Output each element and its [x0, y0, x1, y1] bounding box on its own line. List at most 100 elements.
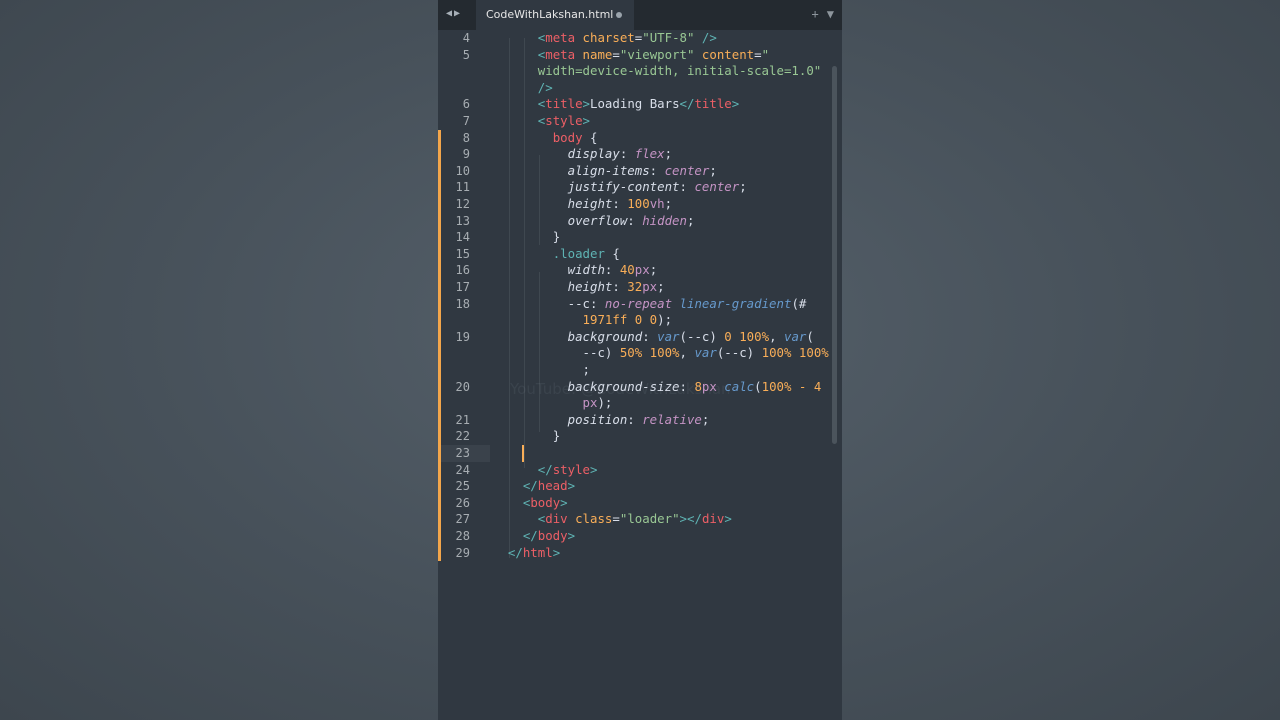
code-line[interactable]: 13 overflow: hidden; — [438, 213, 830, 230]
code-token: background-size — [567, 378, 680, 394]
code-token: ; — [709, 162, 717, 178]
code-line[interactable]: 27 <div class="loader"></div> — [438, 511, 830, 528]
code-line[interactable]: 20 background-size: 8px calc(100% - 4 — [438, 379, 830, 396]
code-token: </ — [679, 96, 695, 112]
code-line[interactable]: 11 justify-content: center; — [438, 179, 830, 196]
code-line[interactable]: 8 body { — [438, 130, 830, 147]
code-line[interactable]: 26 <body> — [438, 495, 830, 512]
code-token: 0 100% — [724, 328, 770, 344]
code-line[interactable]: 22 } — [438, 428, 830, 445]
code-text: </style> — [493, 461, 598, 479]
code-line[interactable]: 25 </head> — [438, 478, 830, 495]
code-line[interactable]: 28 </body> — [438, 528, 830, 545]
code-line[interactable]: 1971ff 0 0); — [438, 312, 830, 329]
code-token: hidden — [642, 212, 687, 228]
code-text: height: 32px; — [493, 279, 665, 296]
code-token: > — [724, 511, 732, 527]
chevron-down-icon[interactable]: ▼ — [827, 7, 834, 21]
code-token: display — [567, 146, 620, 162]
code-text: .loader { — [493, 246, 620, 263]
line-number: 29 — [455, 545, 470, 560]
code-token: style — [552, 461, 590, 477]
line-number: 25 — [455, 479, 470, 494]
code-line[interactable]: 16 width: 40px; — [438, 262, 830, 279]
line-number: 10 — [455, 163, 470, 178]
code-token: : — [612, 196, 628, 211]
code-token: </ — [537, 461, 553, 477]
code-token: background — [567, 328, 643, 344]
code-token: : — [627, 212, 643, 228]
line-number: 19 — [455, 329, 470, 344]
code-token: meta — [545, 46, 576, 62]
tab-codewithlakshan-html[interactable]: CodeWithLakshan.html — [476, 0, 634, 30]
vertical-scrollbar[interactable] — [832, 66, 837, 444]
code-text: ; — [493, 362, 590, 379]
code-token: body — [530, 494, 561, 510]
code-line[interactable]: 19 background: var(--c) 0 100%, var( — [438, 329, 830, 346]
code-line[interactable]: width=device-width, initial-scale=1.0" — [438, 63, 830, 80]
code-token: (# — [791, 295, 807, 311]
code-token: relative — [642, 411, 702, 427]
code-token: meta — [545, 30, 576, 45]
code-text: --c: no-repeat linear-gradient(# — [493, 295, 807, 313]
code-token: : — [619, 146, 635, 162]
code-area[interactable]: YouTube: @CodeWithLakshan 4 <meta charse… — [438, 30, 830, 720]
plus-icon[interactable]: + — [812, 7, 819, 21]
code-token: center — [694, 179, 740, 195]
code-line[interactable]: 23 — [438, 445, 830, 462]
code-line[interactable]: ; — [438, 362, 830, 379]
line-number: 28 — [455, 529, 470, 543]
code-line[interactable]: 5 <meta name="viewport" content=" — [438, 47, 830, 64]
code-token: charset — [575, 30, 635, 45]
code-token: " — [761, 46, 770, 62]
line-number: 9 — [462, 147, 470, 162]
code-token: ; — [657, 279, 665, 294]
code-token: width=device-width, initial-scale=1.0" — [537, 63, 822, 79]
code-token: div — [545, 511, 568, 527]
code-token: var — [783, 328, 807, 344]
code-line[interactable]: 7 <style> — [438, 113, 830, 130]
line-number: 23 — [455, 446, 470, 460]
code-line[interactable]: 12 height: 100vh; — [438, 196, 830, 213]
chevron-right-icon[interactable]: ▶ — [454, 8, 462, 19]
code-line[interactable]: 9 display: flex; — [438, 146, 830, 163]
line-number: 11 — [455, 180, 470, 195]
code-line[interactable]: --c) 50% 100%, var(--c) 100% 100% — [438, 345, 830, 362]
code-token: : — [612, 279, 628, 294]
code-token: > — [552, 544, 561, 560]
code-line[interactable]: 18 --c: no-repeat linear-gradient(# — [438, 296, 830, 313]
code-line[interactable]: 24 </style> — [438, 462, 830, 479]
code-token: , — [769, 328, 784, 344]
unsaved-dot-icon[interactable] — [616, 12, 622, 18]
code-line[interactable]: 17 height: 32px; — [438, 279, 830, 296]
code-line[interactable]: 29 </html> — [438, 545, 830, 562]
code-token: > — [567, 528, 576, 543]
code-line[interactable]: 14 } — [438, 229, 830, 246]
code-line[interactable]: /> — [438, 80, 830, 97]
line-number: 14 — [455, 230, 470, 245]
code-token: > — [560, 494, 568, 510]
code-line[interactable]: 21 position: relative; — [438, 412, 830, 429]
code-token: } — [552, 428, 561, 444]
code-line[interactable]: 15 .loader { — [438, 246, 830, 263]
line-number: 16 — [455, 263, 470, 278]
code-line[interactable]: px); — [438, 395, 830, 412]
code-token: 100% - 4 — [761, 378, 822, 394]
code-line[interactable]: 6 <title>Loading Bars</title> — [438, 96, 830, 113]
tab-navigation: ◀▶ — [446, 8, 462, 19]
code-token: px — [634, 262, 650, 278]
chevron-left-icon[interactable]: ◀ — [446, 8, 454, 19]
code-text: 1971ff 0 0); — [493, 312, 673, 329]
code-token: </ — [522, 528, 538, 543]
code-line[interactable]: 4 <meta charset="UTF-8" /> — [438, 30, 830, 47]
code-token: 50% 100% — [619, 345, 680, 361]
code-line[interactable]: 10 align-items: center; — [438, 163, 830, 180]
code-text: <meta charset="UTF-8" /> — [493, 30, 717, 47]
